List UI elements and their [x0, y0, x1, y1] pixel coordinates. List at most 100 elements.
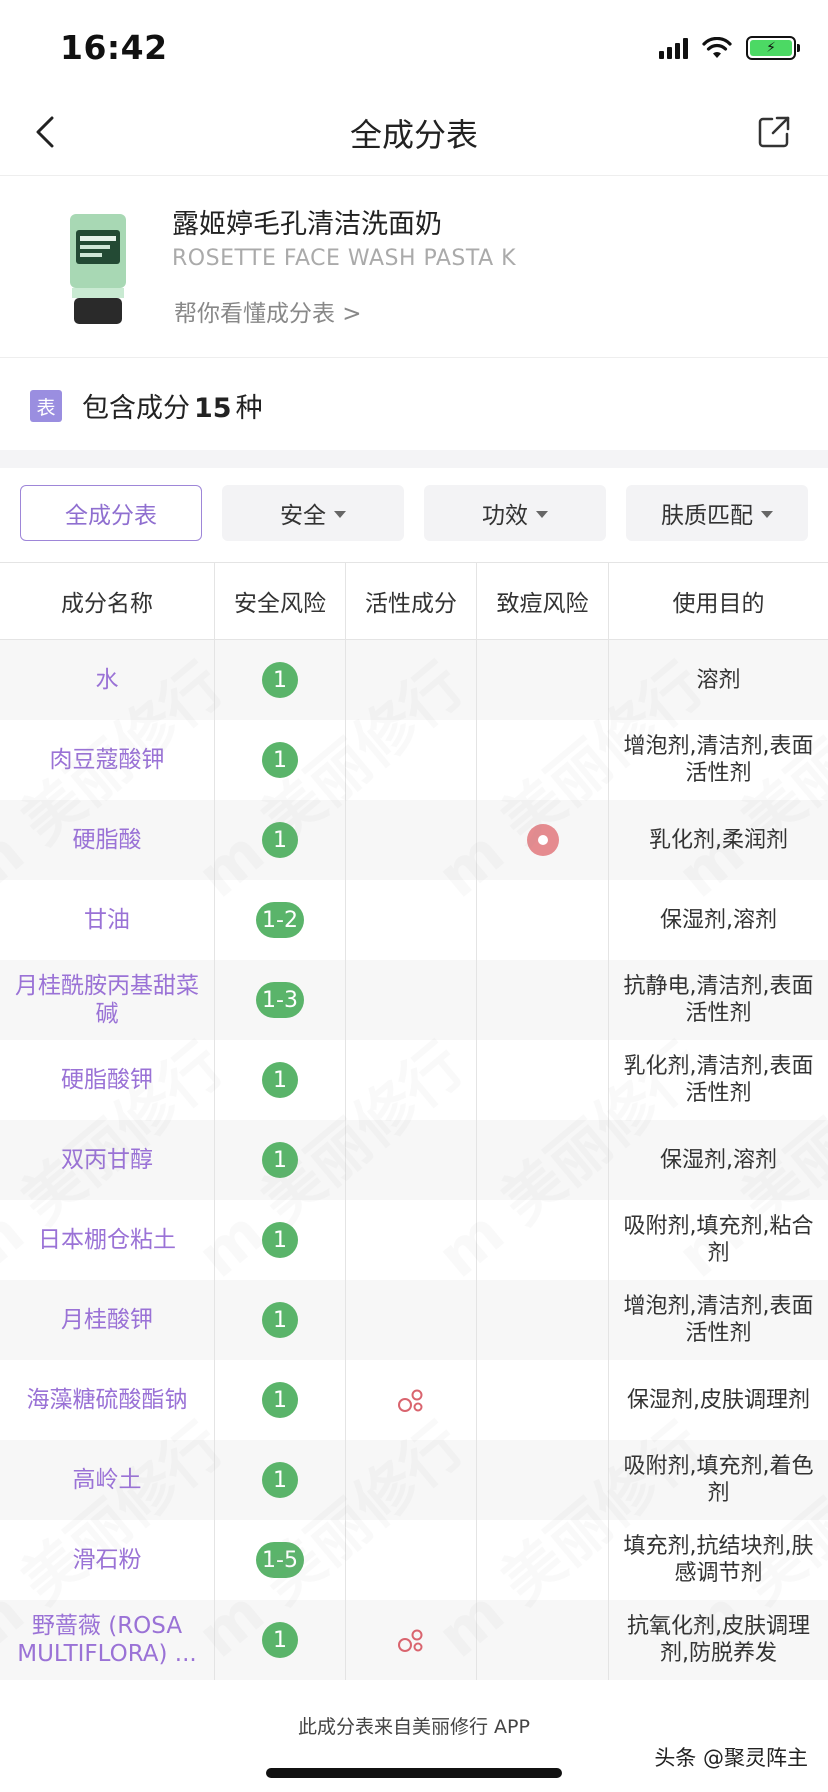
cell-active [346, 800, 477, 880]
ingredient-count-row: 表 包含成分 15 种 [0, 358, 828, 450]
caret-down-icon [536, 511, 548, 518]
table-row[interactable]: 水 1 溶剂 [0, 640, 828, 720]
risk-badge: 1 [262, 742, 298, 778]
ingredient-name[interactable]: 硬脂酸 [67, 826, 148, 854]
header-active: 活性成分 [346, 563, 477, 639]
ingredient-name[interactable]: 滑石粉 [67, 1546, 148, 1574]
ingredient-name[interactable]: 双丙甘醇 [55, 1146, 159, 1174]
header-safety-risk: 安全风险 [215, 563, 346, 639]
table-row[interactable]: 高岭土 1 吸附剂,填充剂,着色剂 [0, 1440, 828, 1520]
tab-full-list[interactable]: 全成分表 [20, 485, 202, 541]
cell-name: 双丙甘醇 [0, 1120, 215, 1200]
cell-name: 日本棚仓粘土 [0, 1200, 215, 1280]
ingredient-guide-link[interactable]: 帮你看懂成分表 > [174, 294, 362, 328]
cell-safety-risk: 1 [215, 800, 346, 880]
ingredient-name[interactable]: 日本棚仓粘土 [32, 1226, 182, 1254]
cell-safety-risk: 1 [215, 1360, 346, 1440]
cell-acne-risk [477, 1600, 609, 1680]
table-row[interactable]: 日本棚仓粘土 1 吸附剂,填充剂,粘合剂 [0, 1200, 828, 1280]
table-row[interactable]: 硬脂酸 1 乳化剂,柔润剂 [0, 800, 828, 880]
signal-icon [659, 37, 688, 59]
table-row[interactable]: 滑石粉 1-5 填充剂,抗结块剂,肤感调节剂 [0, 1520, 828, 1600]
cell-purpose: 保湿剂,溶剂 [609, 1120, 828, 1200]
status-bar: 16:42 ⚡ [0, 0, 828, 90]
ingredient-name[interactable]: 甘油 [78, 906, 136, 934]
cell-name: 滑石粉 [0, 1520, 215, 1600]
cell-purpose: 抗氧化剂,皮肤调理剂,防脱养发 [609, 1600, 828, 1680]
cell-name: 甘油 [0, 880, 215, 960]
share-icon[interactable] [756, 114, 792, 150]
cell-name: 硬脂酸 [0, 800, 215, 880]
usage-purpose: 增泡剂,清洁剂,表面活性剂 [623, 734, 814, 786]
table-row[interactable]: 月桂酰胺丙基甜菜碱 1-3 抗静电,清洁剂,表面活性剂 [0, 960, 828, 1040]
ingredient-name[interactable]: 水 [90, 666, 125, 694]
cell-purpose: 抗静电,清洁剂,表面活性剂 [609, 960, 828, 1040]
ingredient-name[interactable]: 高岭土 [67, 1466, 148, 1494]
cell-active [346, 960, 477, 1040]
ingredient-name[interactable]: 肉豆蔻酸钾 [44, 746, 171, 774]
cell-safety-risk: 1-3 [215, 960, 346, 1040]
cell-acne-risk [477, 1440, 609, 1520]
ingredient-name[interactable]: 海藻糖硫酸酯钠 [21, 1386, 194, 1414]
cell-acne-risk [477, 640, 609, 720]
ingredient-name[interactable]: 硬脂酸钾 [55, 1066, 159, 1094]
cell-safety-risk: 1-5 [215, 1520, 346, 1600]
cell-safety-risk: 1 [215, 1120, 346, 1200]
cell-purpose: 填充剂,抗结块剂,肤感调节剂 [609, 1520, 828, 1600]
ingredient-name[interactable]: 野蔷薇 (ROSA MULTIFLORA) ... [0, 1612, 214, 1668]
header-acne-risk: 致痘风险 [477, 563, 609, 639]
count-prefix: 包含成分 [82, 393, 190, 424]
table-row[interactable]: 野蔷薇 (ROSA MULTIFLORA) ... 1 抗氧化剂,皮肤调理剂,防脱养… [0, 1600, 828, 1680]
cell-safety-risk: 1 [215, 640, 346, 720]
table-row[interactable]: 甘油 1-2 保湿剂,溶剂 [0, 880, 828, 960]
cell-purpose: 保湿剂,溶剂 [609, 880, 828, 960]
tab-safety[interactable]: 安全 [222, 485, 404, 541]
risk-badge: 1 [262, 1142, 298, 1178]
table-row[interactable]: 海藻糖硫酸酯钠 1 保湿剂,皮肤调理剂 [0, 1360, 828, 1440]
battery-icon: ⚡ [746, 36, 800, 60]
tab-label: 肤质匹配 [661, 503, 753, 529]
cell-acne-risk [477, 1280, 609, 1360]
table-row[interactable]: 双丙甘醇 1 保湿剂,溶剂 [0, 1120, 828, 1200]
header-purpose: 使用目的 [672, 591, 765, 617]
risk-badge: 1 [262, 1222, 298, 1258]
cell-acne-risk [477, 1120, 609, 1200]
cell-purpose: 保湿剂,皮肤调理剂 [609, 1360, 828, 1440]
active-ingredient-icon [398, 1629, 423, 1652]
table-badge-icon: 表 [30, 390, 62, 422]
cell-safety-risk: 1 [215, 1600, 346, 1680]
status-time: 16:42 [60, 28, 168, 67]
tab-efficacy[interactable]: 功效 [424, 485, 606, 541]
cell-active [346, 1200, 477, 1280]
cell-name: 野蔷薇 (ROSA MULTIFLORA) ... [0, 1600, 215, 1680]
section-divider [0, 450, 828, 468]
usage-purpose: 保湿剂,溶剂 [660, 907, 777, 933]
acne-risk-icon [526, 824, 559, 856]
tab-label: 功效 [482, 503, 528, 529]
usage-purpose: 乳化剂,柔润剂 [649, 827, 788, 853]
tab-skin-match[interactable]: 肤质匹配 [626, 485, 808, 541]
footer: 此成分表来自美丽修行 APP 头条 @聚灵阵主 [0, 1690, 828, 1792]
table-row[interactable]: 月桂酸钾 1 增泡剂,清洁剂,表面活性剂 [0, 1280, 828, 1360]
ingredient-name[interactable]: 月桂酰胺丙基甜菜碱 [0, 972, 214, 1028]
cell-safety-risk: 1 [215, 1040, 346, 1120]
cell-acne-risk [477, 800, 609, 880]
risk-badge: 1 [262, 1622, 298, 1658]
cell-purpose: 溶剂 [609, 640, 828, 720]
table-row[interactable]: 肉豆蔻酸钾 1 增泡剂,清洁剂,表面活性剂 [0, 720, 828, 800]
status-icons: ⚡ [659, 36, 800, 60]
ingredient-name[interactable]: 月桂酸钾 [55, 1306, 159, 1334]
caret-down-icon [761, 511, 773, 518]
count-number: 15 [194, 393, 232, 424]
product-card[interactable]: 露姬婷毛孔清洁洗面奶 ROSETTE FACE WASH PASTA K 帮你看… [0, 176, 828, 358]
table-row[interactable]: 硬脂酸钾 1 乳化剂,清洁剂,表面活性剂 [0, 1040, 828, 1120]
risk-badge: 1 [262, 662, 298, 698]
count-suffix: 种 [235, 393, 263, 424]
risk-badge: 1 [262, 1302, 298, 1338]
cell-purpose: 吸附剂,填充剂,粘合剂 [609, 1200, 828, 1280]
attribution: 头条 @聚灵阵主 [654, 1746, 808, 1770]
tab-label: 安全 [280, 503, 326, 529]
cell-name: 肉豆蔻酸钾 [0, 720, 215, 800]
table-body: 水 1 溶剂肉豆蔻酸钾 1 增泡剂,清洁剂,表面活性剂硬脂酸 1 乳化剂,柔润剂甘油 1-2 保… [0, 640, 828, 1680]
cell-name: 月桂酰胺丙基甜菜碱 [0, 960, 215, 1040]
